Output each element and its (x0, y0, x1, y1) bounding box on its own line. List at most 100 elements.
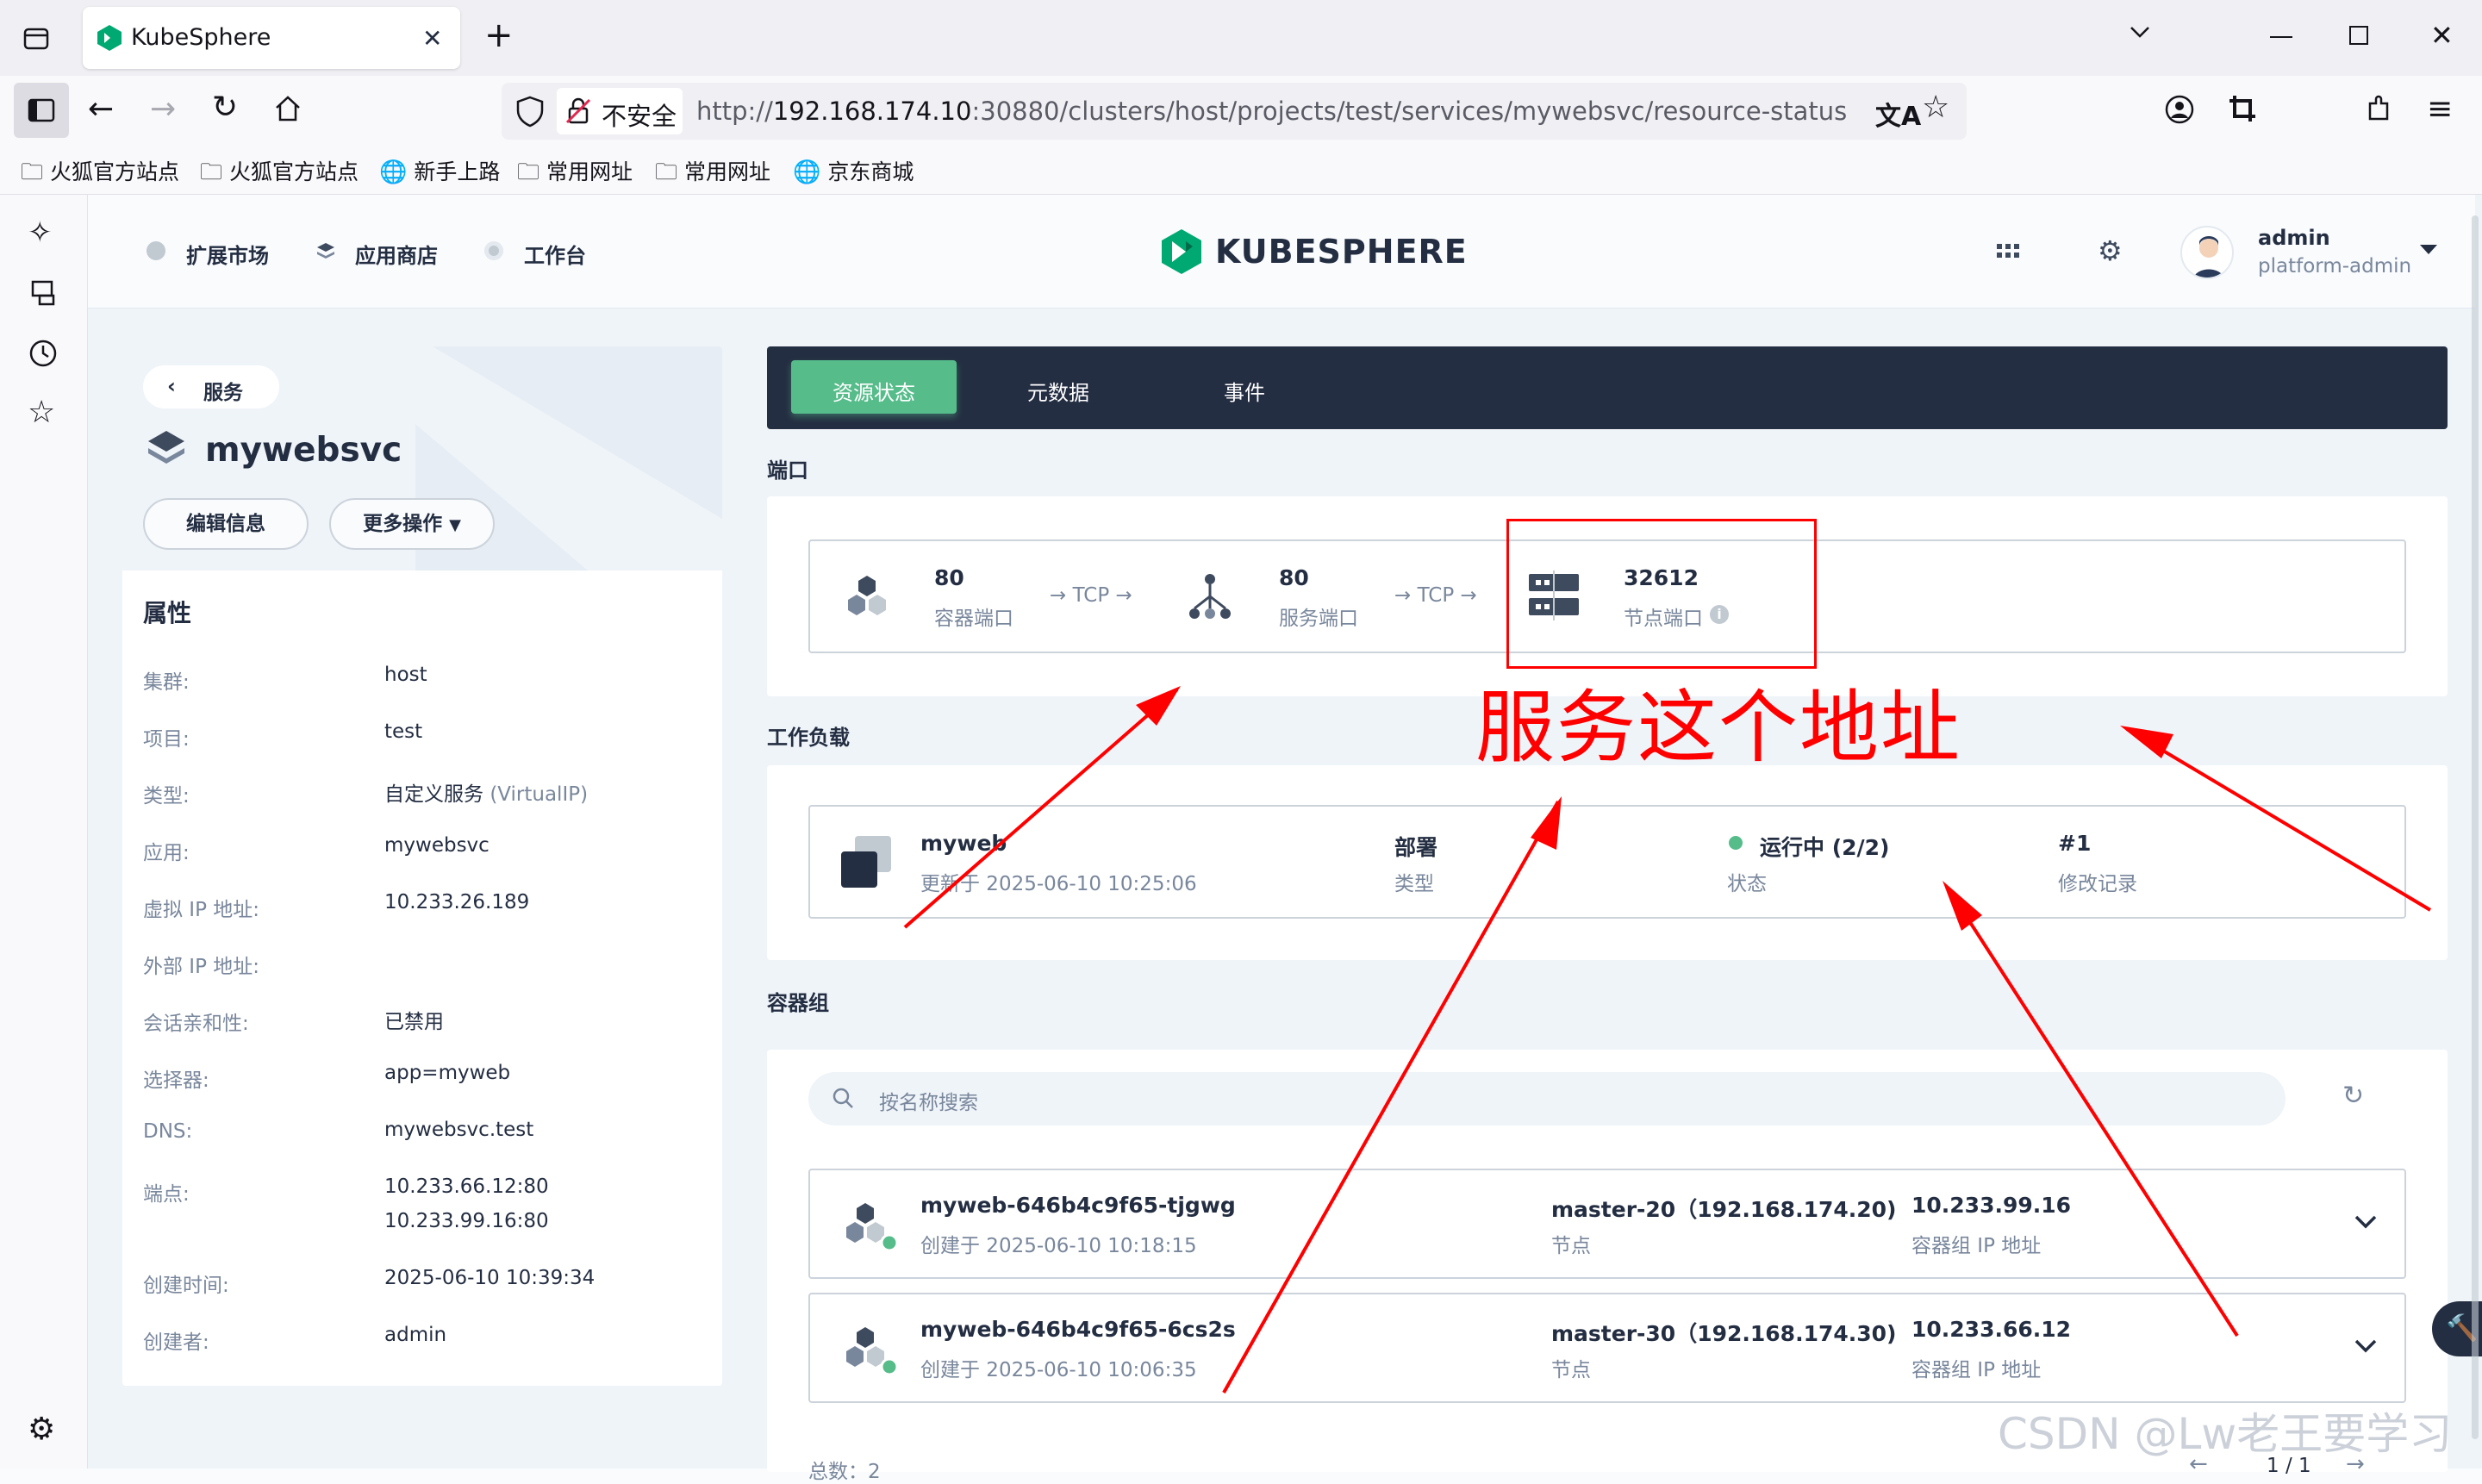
pod-search-input[interactable]: 按名称搜索 (808, 1072, 2286, 1125)
annotation-highlight-box (1506, 519, 1817, 669)
synced-tabs-icon[interactable] (28, 277, 59, 309)
screenshot-crop-icon[interactable] (2227, 93, 2258, 124)
bookmark-item[interactable]: 🗀 常用网址 (655, 155, 770, 194)
deployment-icon (839, 834, 893, 889)
kubesphere-logo-text: KUBESPHERE (1215, 233, 1468, 271)
folder-icon: 🗀 (21, 159, 44, 185)
pod-name[interactable]: myweb-646b4c9f65-6cs2s (920, 1317, 1236, 1342)
prop-value: mywebsvc (384, 834, 490, 857)
url-text[interactable]: http://192.168.174.10:30880/clusters/hos… (696, 97, 1847, 126)
prop-value: test (384, 720, 423, 743)
prop-key: 会话亲和性: (143, 1013, 249, 1035)
pod-row[interactable] (808, 1169, 2406, 1279)
tab-resource-status[interactable]: 资源状态 (791, 360, 957, 414)
pod-node-label: 节点 (1551, 1235, 1591, 1257)
pod-hex-icon (841, 1325, 900, 1377)
back-icon[interactable]: ← (88, 91, 114, 127)
bookmarks-star-icon[interactable]: ☆ (28, 395, 55, 430)
tab-overflow-chevron-icon[interactable] (2127, 19, 2153, 45)
platform-settings-gear-icon[interactable]: ⚙ (2098, 234, 2123, 267)
nav-workbench[interactable]: 工作台 (524, 239, 586, 269)
pods-section-title: 容器组 (767, 991, 829, 1015)
service-name: mywebsvc (205, 431, 402, 470)
workload-type: 部署 (1394, 835, 1438, 860)
bookmark-item[interactable]: 🗀 常用网址 (517, 155, 633, 194)
pod-name[interactable]: myweb-646b4c9f65-tjgwg (920, 1193, 1236, 1218)
user-menu-caret-icon[interactable] (2420, 245, 2437, 254)
url-prefix: http:// (696, 97, 773, 126)
prop-value: 自定义服务 (VirtualIP) (384, 777, 588, 807)
refresh-icon[interactable]: ↻ (2342, 1081, 2364, 1111)
forward-icon[interactable]: → (150, 91, 176, 127)
app-grid-icon[interactable] (1996, 243, 2020, 259)
tab-events[interactable]: 事件 (1224, 376, 1265, 406)
bookmarks-bar (0, 147, 2482, 195)
tab-metadata[interactable]: 元数据 (1027, 376, 1089, 406)
bookmark-star-icon[interactable]: ☆ (1922, 90, 1949, 125)
account-icon[interactable] (2163, 93, 2196, 126)
translate-icon[interactable]: 文A (1875, 95, 1921, 133)
more-actions-button[interactable]: 更多操作 ▼ (329, 498, 495, 550)
expand-chevron-down-icon[interactable] (2353, 1213, 2379, 1231)
history-clock-icon[interactable] (28, 338, 59, 369)
edit-info-button[interactable]: 编辑信息 (143, 498, 309, 550)
kubesphere-logo-icon[interactable] (1160, 228, 1203, 276)
pod-hex-icon (841, 1201, 900, 1253)
prop-value: admin (384, 1324, 447, 1346)
service-port-label: 服务端口 (1279, 608, 1358, 630)
new-tab-icon[interactable]: + (484, 16, 514, 55)
bookmark-item[interactable]: 🗀 火狐官方站点 (200, 155, 359, 194)
close-tab-icon[interactable]: ✕ (422, 24, 442, 53)
pod-created: 创建于 2025-06-10 10:18:15 (920, 1235, 1197, 1257)
user-name: admin (2258, 226, 2330, 250)
back-to-services-button[interactable]: ‹ 服务 (143, 365, 279, 408)
pod-row[interactable] (808, 1293, 2406, 1403)
user-role: platform-admin (2258, 255, 2412, 277)
page-scrollbar[interactable] (2472, 215, 2479, 1439)
bookmark-item[interactable]: 🗀 火狐官方站点 (21, 155, 179, 194)
workload-updated: 更新于 2025-06-10 10:25:06 (920, 873, 1197, 895)
kubesphere-favicon-icon (97, 24, 122, 52)
reload-icon[interactable]: ↻ (212, 90, 238, 125)
prop-key: 端点: (143, 1183, 190, 1206)
pod-node: master-30（192.168.174.30) (1551, 1321, 1897, 1346)
workload-name[interactable]: myweb (920, 831, 1007, 856)
bookmark-label: 常用网址 (683, 159, 770, 184)
browser-tab-kubesphere[interactable]: KubeSphere ✕ (83, 7, 460, 69)
restore-window-icon[interactable] (2349, 26, 2368, 45)
home-icon[interactable] (272, 93, 303, 124)
prop-value: app=myweb (384, 1062, 511, 1084)
search-icon (831, 1086, 855, 1110)
ai-sparkle-icon[interactable]: ✧ (28, 215, 53, 250)
service-port-value: 80 (1279, 565, 1309, 590)
insecure-indicator[interactable]: 不安全 (557, 88, 683, 134)
expand-chevron-down-icon[interactable] (2353, 1337, 2379, 1355)
protocol-arrow-1: → TCP → (1050, 584, 1132, 607)
prop-key: 外部 IP 地址: (143, 956, 260, 978)
bookmark-item[interactable]: 🌐 京东商城 (793, 155, 914, 186)
search-placeholder: 按名称搜索 (879, 1092, 978, 1114)
avatar[interactable] (2180, 226, 2234, 279)
workload-row[interactable] (808, 805, 2406, 919)
pod-ip: 10.233.99.16 (1911, 1193, 2072, 1218)
extensions-icon[interactable] (2363, 93, 2394, 124)
sidebar-settings-gear-icon[interactable]: ⚙ (28, 1412, 55, 1447)
tab-list-icon[interactable] (21, 22, 52, 53)
close-window-icon[interactable]: ✕ (2430, 19, 2454, 52)
pods-total: 总数：2 (808, 1461, 881, 1483)
chevron-left-icon: ‹ (167, 374, 176, 398)
nav-app-store[interactable]: 应用商店 (355, 239, 438, 269)
bookmark-label: 京东商城 (827, 159, 914, 184)
shield-icon[interactable] (515, 95, 545, 128)
service-icon (147, 429, 186, 467)
menu-hamburger-icon[interactable]: ≡ (2427, 91, 2453, 127)
nav-extensions-market[interactable]: 扩展市场 (186, 239, 269, 269)
bookmark-item[interactable]: 🌐 新手上路 (379, 155, 500, 186)
running-status-dot-icon (1729, 836, 1743, 850)
sidebar-toggle-icon[interactable] (14, 83, 69, 138)
bookmark-label: 火狐官方站点 (49, 159, 179, 184)
globe-icon: 🌐 (379, 159, 408, 185)
minimize-window-icon[interactable] (2270, 36, 2292, 38)
bookmark-label: 新手上路 (414, 159, 501, 184)
prop-key: 集群: (143, 671, 190, 694)
